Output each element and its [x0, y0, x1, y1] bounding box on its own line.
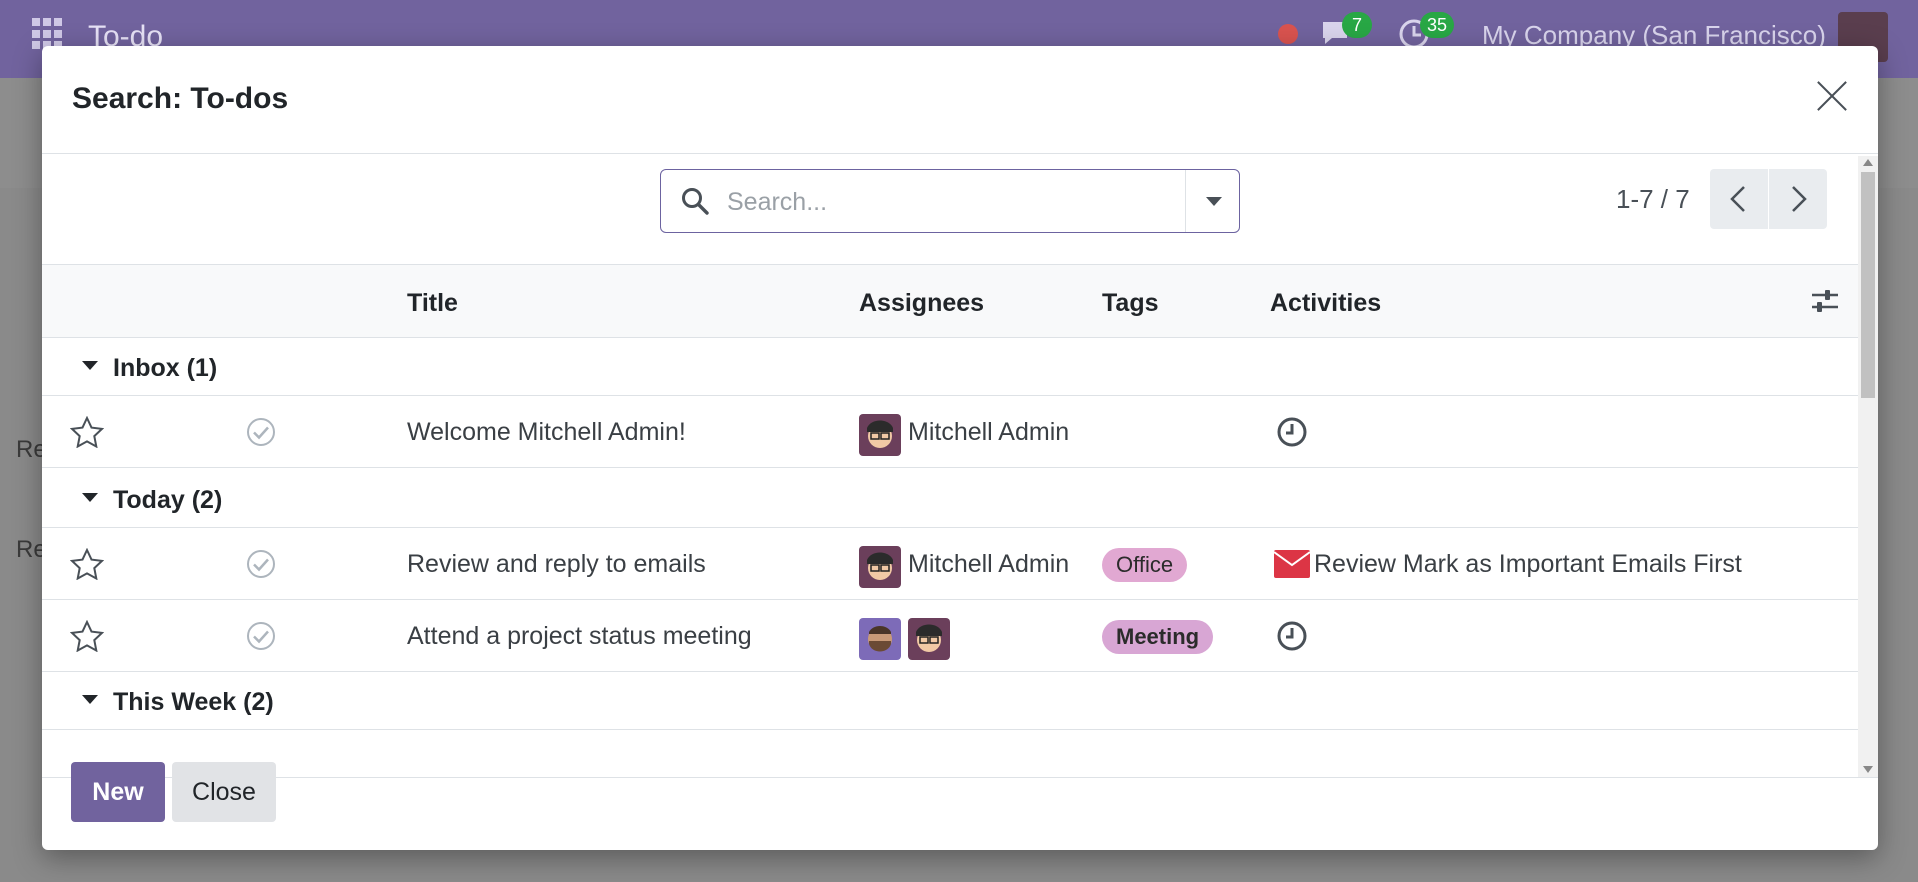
dialog-header: Search: To-dos: [42, 46, 1878, 154]
activity-summary[interactable]: Review Mark as Important Emails First: [1314, 550, 1742, 579]
star-icon[interactable]: [70, 548, 104, 580]
activity-clock-icon[interactable]: [1276, 620, 1308, 652]
pager-value[interactable]: 1-7 / 7: [1616, 184, 1690, 215]
tag-badge: Meeting: [1102, 620, 1214, 654]
search-bar[interactable]: [660, 169, 1240, 233]
dialog-footer: [42, 777, 1878, 850]
scrollbar-thumb[interactable]: [1861, 172, 1875, 398]
chevron-left-icon: [1730, 186, 1745, 212]
group-label: This Week (2): [113, 688, 274, 716]
close-icon[interactable]: [1812, 76, 1852, 116]
avatar: [859, 618, 901, 660]
column-header-assignees[interactable]: Assignees: [859, 289, 984, 318]
avatar: [908, 618, 950, 660]
column-header-activities[interactable]: Activities: [1270, 289, 1381, 318]
group-row-today[interactable]: Today (2): [42, 470, 1858, 528]
column-header-tags[interactable]: Tags: [1102, 289, 1159, 318]
recording-indicator-icon: [1278, 24, 1298, 44]
search-input[interactable]: [727, 182, 1157, 222]
search-icon: [682, 188, 709, 215]
caret-down-icon: [82, 361, 98, 370]
avatar: [859, 546, 901, 588]
new-button[interactable]: New: [71, 762, 165, 822]
group-label: Inbox (1): [113, 354, 218, 382]
pager-next-button[interactable]: [1769, 169, 1827, 229]
cell-title: Review and reply to emails: [407, 550, 706, 578]
check-circle-icon[interactable]: [246, 549, 276, 579]
activities-count-badge: 35: [1420, 12, 1455, 38]
search-dialog: Search: To-dos 1-7 / 7 Title Assignees T…: [42, 46, 1878, 850]
avatar: [859, 414, 901, 456]
optional-columns-settings-icon[interactable]: [1810, 287, 1840, 315]
group-row-this-week[interactable]: This Week (2): [42, 672, 1858, 730]
pager-previous-button[interactable]: [1710, 169, 1768, 229]
caret-down-icon: [82, 493, 98, 502]
cell-title: Welcome Mitchell Admin!: [407, 418, 686, 446]
close-button[interactable]: Close: [172, 762, 276, 822]
caret-down-icon: [82, 695, 98, 704]
check-circle-icon[interactable]: [246, 621, 276, 651]
scroll-up-arrow-icon[interactable]: [1863, 159, 1873, 166]
tag-badge: Office: [1102, 548, 1188, 582]
cell-title: Attend a project status meeting: [407, 622, 752, 650]
search-options-toggle-caret-down-icon[interactable]: [1185, 170, 1239, 232]
cell-assignee: Mitchell Admin: [908, 550, 1070, 578]
table-row[interactable]: Welcome Mitchell Admin! Mitchell Admin: [42, 396, 1858, 468]
activity-clock-icon[interactable]: [1276, 416, 1308, 448]
envelope-icon[interactable]: [1274, 550, 1310, 578]
group-label: Today (2): [113, 486, 223, 514]
star-icon[interactable]: [70, 620, 104, 652]
messages-count-badge: 7: [1342, 12, 1372, 38]
table-row[interactable]: Review and reply to emails Mitchell Admi…: [42, 528, 1858, 600]
star-icon[interactable]: [70, 416, 104, 448]
dialog-title: Search: To-dos: [72, 82, 289, 115]
records-list: Title Assignees Tags Activities Inbox (1…: [42, 264, 1858, 777]
list-scrollbar[interactable]: [1858, 156, 1878, 777]
chevron-right-icon: [1792, 186, 1807, 212]
check-circle-icon[interactable]: [246, 417, 276, 447]
list-header: Title Assignees Tags Activities: [42, 264, 1858, 338]
group-row-inbox[interactable]: Inbox (1): [42, 338, 1858, 396]
table-row[interactable]: Attend a project status meeting Meeting: [42, 600, 1858, 672]
scroll-down-arrow-icon[interactable]: [1863, 766, 1873, 773]
cell-assignee: Mitchell Admin: [908, 418, 1070, 446]
column-header-title[interactable]: Title: [407, 289, 458, 318]
